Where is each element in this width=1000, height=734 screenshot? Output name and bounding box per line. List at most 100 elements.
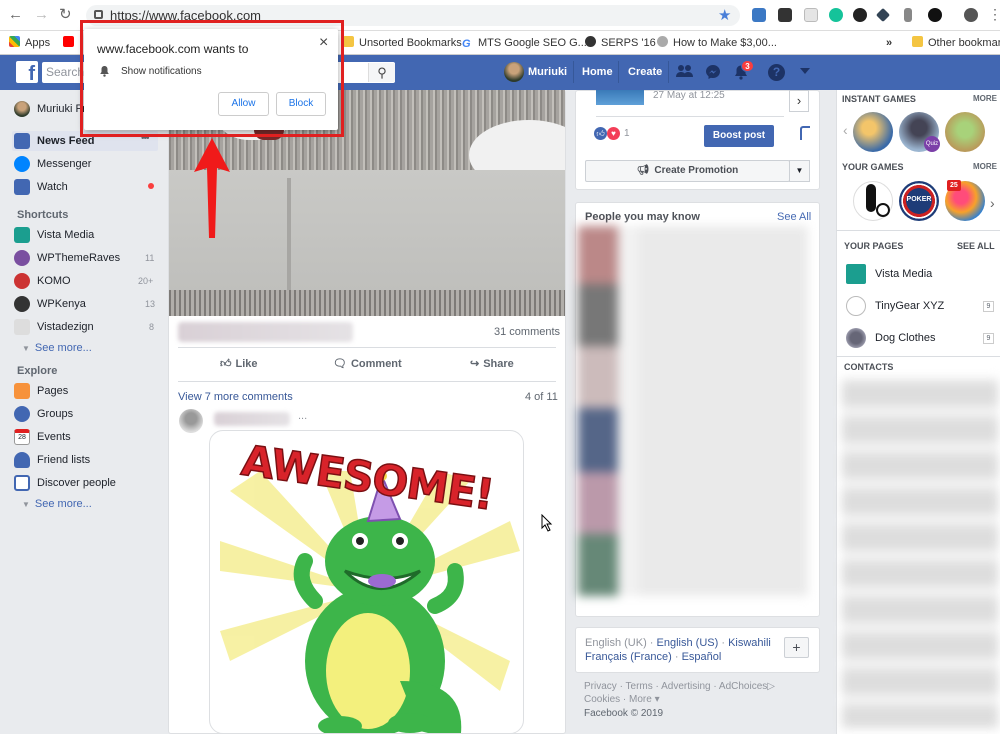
eye-icon xyxy=(657,36,668,47)
shortcut-item[interactable]: Vista Media xyxy=(14,226,94,244)
footer-link[interactable]: AdChoices xyxy=(719,681,767,692)
shortcut-count: 8 xyxy=(149,322,155,332)
promotion-dropdown-icon[interactable]: ▼ xyxy=(789,160,810,182)
your-pages-see-all[interactable]: SEE ALL xyxy=(957,241,995,251)
friend-requests-icon[interactable] xyxy=(676,64,693,82)
share-button[interactable]: ↪ Share xyxy=(470,357,514,370)
explore-discover-people[interactable]: Discover people xyxy=(14,474,116,492)
shortcuts-heading: Shortcuts xyxy=(17,209,69,221)
forward-icon[interactable]: → xyxy=(34,6,49,24)
help-icon[interactable]: ? xyxy=(768,64,785,81)
comment-options[interactable]: ... xyxy=(298,410,307,422)
post-thumbnail[interactable] xyxy=(596,90,644,105)
instant-games-more[interactable]: MORE xyxy=(973,94,997,103)
language-link[interactable]: English (UK) xyxy=(585,637,647,649)
page-link[interactable]: TinyGear XYZ xyxy=(875,300,944,312)
comments-count[interactable]: 31 comments xyxy=(494,326,560,338)
extension-icon[interactable] xyxy=(928,8,942,22)
search-icon[interactable]: ⚲ xyxy=(368,63,395,82)
carousel-next-icon[interactable]: › xyxy=(789,90,809,112)
avatar-icon[interactable] xyxy=(964,8,978,22)
explore-events[interactable]: 28 Events xyxy=(14,428,71,446)
language-link[interactable]: English (US) xyxy=(657,637,719,649)
comment-button[interactable]: 🗨︎ Comment xyxy=(333,357,402,370)
shortcut-item[interactable]: Vistadezign xyxy=(14,318,94,336)
like-button[interactable]: 👍︎ Like xyxy=(220,357,258,370)
bookmark-other[interactable]: Other bookmarks xyxy=(912,36,1000,50)
bookmark-serps[interactable]: SERPS '16 xyxy=(585,36,656,50)
explore-friend-lists[interactable]: Friend lists xyxy=(14,451,90,469)
grammarly-icon[interactable] xyxy=(829,8,843,22)
separator: · xyxy=(620,694,630,705)
dog-clothes-icon xyxy=(846,328,866,348)
footer-link[interactable]: Privacy xyxy=(584,681,617,692)
game-thumbnail[interactable] xyxy=(945,112,985,152)
bookmark-unsorted[interactable]: Unsorted Bookmarks xyxy=(343,36,462,50)
avatar[interactable] xyxy=(504,62,524,82)
pages-flag-icon xyxy=(14,383,30,400)
language-link[interactable]: Español xyxy=(682,651,722,663)
promo-date: 27 May at 12:25 xyxy=(653,90,725,101)
serps-icon xyxy=(585,36,596,47)
bookmark-mts[interactable]: G MTS Google SEO G... xyxy=(462,36,587,50)
language-link[interactable]: Français (France) xyxy=(585,651,672,663)
reload-icon[interactable]: ↻ xyxy=(59,6,72,24)
footer-link[interactable]: More xyxy=(629,694,652,705)
watch-icon xyxy=(14,179,30,196)
boost-post-button[interactable]: Boost post xyxy=(704,125,774,147)
page-link[interactable]: Dog Clothes xyxy=(875,332,936,344)
language-link[interactable]: Kiswahili xyxy=(728,637,771,649)
add-language-button[interactable]: + xyxy=(784,637,809,658)
bookmark-howto[interactable]: How to Make $3,00... xyxy=(657,36,777,50)
love-reaction-icon: ♥ xyxy=(607,127,620,140)
explore-groups[interactable]: Groups xyxy=(14,405,73,423)
profile-link[interactable]: Muriuki xyxy=(528,66,567,78)
see-more-shortcuts[interactable]: ▼ See more... xyxy=(22,342,92,354)
account-menu-icon[interactable] xyxy=(800,68,810,74)
extension-icon[interactable] xyxy=(904,8,912,22)
awesome-sticker[interactable]: AWESOME! xyxy=(209,430,524,734)
see-more-explore[interactable]: ▼ See more... xyxy=(22,498,92,510)
messenger-icon[interactable] xyxy=(705,64,721,84)
left-nav-messenger[interactable]: Messenger xyxy=(14,155,91,173)
left-nav-watch[interactable]: Watch xyxy=(14,178,68,196)
news-feed-icon xyxy=(14,133,30,150)
view-more-comments[interactable]: View 7 more comments xyxy=(178,391,293,403)
footer-link[interactable]: Cookies xyxy=(584,694,620,705)
bookmarks-overflow[interactable]: » xyxy=(886,36,892,50)
chevron-down-icon: ▼ xyxy=(22,344,30,353)
footer-link[interactable]: Advertising xyxy=(661,681,710,692)
extension-icon[interactable] xyxy=(778,8,792,22)
bookmark-apps[interactable]: Apps xyxy=(9,36,50,50)
home-link[interactable]: Home xyxy=(582,66,613,78)
create-link[interactable]: Create xyxy=(628,66,662,78)
shortcut-item[interactable]: WPThemeRaves xyxy=(14,249,120,267)
adchoices-icon: ▷ xyxy=(767,681,775,692)
separator: · xyxy=(718,637,729,649)
shortcut-item[interactable]: KOMO xyxy=(14,272,71,290)
create-promotion-button[interactable]: 📢︎ Create Promotion xyxy=(585,160,790,182)
reactions-blurred xyxy=(178,322,353,342)
star-icon[interactable]: ★ xyxy=(718,6,731,24)
extension-icon[interactable] xyxy=(752,8,766,22)
avatar[interactable] xyxy=(179,409,203,433)
chevron-right-icon[interactable]: › xyxy=(990,195,995,211)
extension-icon[interactable] xyxy=(853,8,867,22)
menu-icon[interactable]: ⋮ xyxy=(988,6,1000,23)
shortcut-item[interactable]: WPKenya xyxy=(14,295,86,313)
explore-pages[interactable]: Pages xyxy=(14,382,68,400)
facebook-logo-icon[interactable]: f xyxy=(16,61,38,83)
highlight-box xyxy=(80,20,344,137)
your-games-more[interactable]: MORE xyxy=(973,162,997,171)
chevron-left-icon[interactable]: ‹ xyxy=(843,122,848,138)
comments-pager: 4 of 11 xyxy=(525,391,558,403)
page-link[interactable]: Vista Media xyxy=(875,268,932,280)
youtube-bookmark[interactable] xyxy=(63,36,79,50)
footer-link[interactable]: Terms xyxy=(626,681,653,692)
folder-icon xyxy=(343,36,354,47)
left-nav-profile[interactable]: Muriuki Fr xyxy=(14,100,86,118)
pymk-see-all[interactable]: See All xyxy=(777,211,811,223)
extension-icon[interactable] xyxy=(804,8,818,22)
game-thumbnail[interactable] xyxy=(853,112,893,152)
back-icon[interactable]: ← xyxy=(8,6,23,24)
